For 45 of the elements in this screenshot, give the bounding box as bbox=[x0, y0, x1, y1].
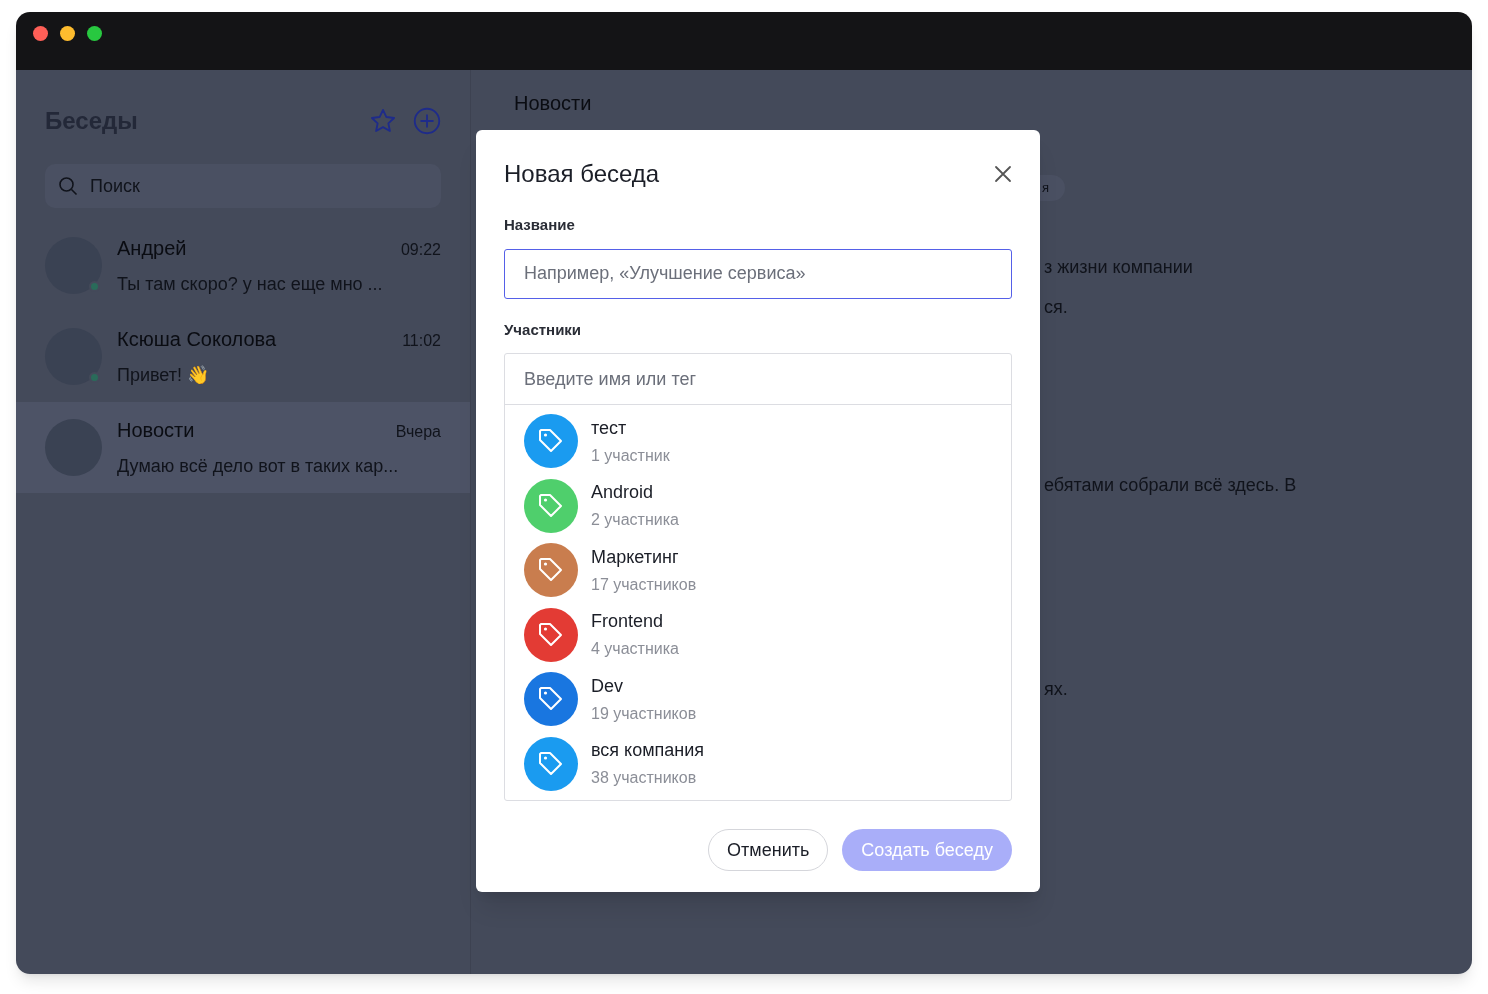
chat-time: Вчера bbox=[395, 422, 441, 442]
tag-list-item[interactable]: Frontend 4 участника bbox=[505, 602, 1011, 667]
chat-chip: я bbox=[1040, 175, 1066, 201]
members-input-field[interactable]: Введите имя или тег bbox=[505, 354, 1011, 405]
search-field[interactable]: Поиск bbox=[45, 164, 441, 208]
zoom-window-button[interactable] bbox=[87, 26, 102, 41]
tag-member-count: 38 участников bbox=[591, 768, 698, 789]
chat-preview: Привет! 👋 bbox=[117, 364, 211, 387]
tag-name: тест bbox=[591, 416, 628, 440]
tag-name: Маркетинг bbox=[591, 545, 680, 569]
tag-member-count: 2 участника bbox=[591, 510, 679, 531]
name-label: Название bbox=[504, 215, 576, 235]
star-icon[interactable] bbox=[369, 107, 397, 135]
tag-list-item[interactable]: вся компания 38 участников bbox=[505, 731, 1011, 796]
tag-name: Dev bbox=[591, 674, 624, 698]
tag-member-count: 4 участника bbox=[591, 639, 679, 660]
minimize-window-button[interactable] bbox=[60, 26, 75, 41]
message-text: з жизни компании bbox=[1044, 256, 1193, 279]
chat-title: Новости bbox=[514, 91, 592, 116]
message-text: ях. bbox=[1044, 678, 1068, 701]
close-window-button[interactable] bbox=[33, 26, 48, 41]
dialog-title: Новая беседа bbox=[504, 159, 660, 189]
chat-name: Новости bbox=[117, 418, 195, 443]
close-icon[interactable] bbox=[994, 165, 1012, 183]
message-text: ебятами собрали всё здесь. В bbox=[1044, 474, 1297, 497]
tag-name: Frontend bbox=[591, 610, 665, 634]
tag-name: вся компания bbox=[591, 739, 705, 763]
chat-preview: Ты там скоро? у нас еще мно ... bbox=[117, 273, 384, 296]
chat-time: 11:02 bbox=[402, 331, 441, 351]
members-label: Участники bbox=[504, 319, 583, 340]
tag-name: Android bbox=[591, 481, 655, 505]
tag-list-item[interactable]: Android 2 участника bbox=[505, 473, 1011, 538]
tag-list-item[interactable]: Dev 19 участников bbox=[505, 667, 1011, 732]
tag-member-count: 19 участников bbox=[591, 703, 697, 724]
tag-member-count: 17 участников bbox=[591, 574, 697, 595]
tag-member-count: 1 участник bbox=[591, 445, 670, 466]
tag-list-item[interactable]: тест 1 участник bbox=[505, 409, 1011, 474]
chat-name: Андрей bbox=[117, 236, 187, 261]
tag-list-item[interactable]: Маркетинг 17 участников bbox=[505, 538, 1011, 603]
chat-name: Ксюша Соколова bbox=[117, 327, 277, 352]
message-text: ся. bbox=[1044, 296, 1068, 319]
search-icon bbox=[58, 176, 78, 196]
chat-preview: Думаю всё дело вот в таких кар... bbox=[117, 455, 400, 478]
name-input-field[interactable]: Например, «Улучшение сервиса» bbox=[504, 248, 1012, 299]
chat-time: 09:22 bbox=[400, 240, 441, 260]
